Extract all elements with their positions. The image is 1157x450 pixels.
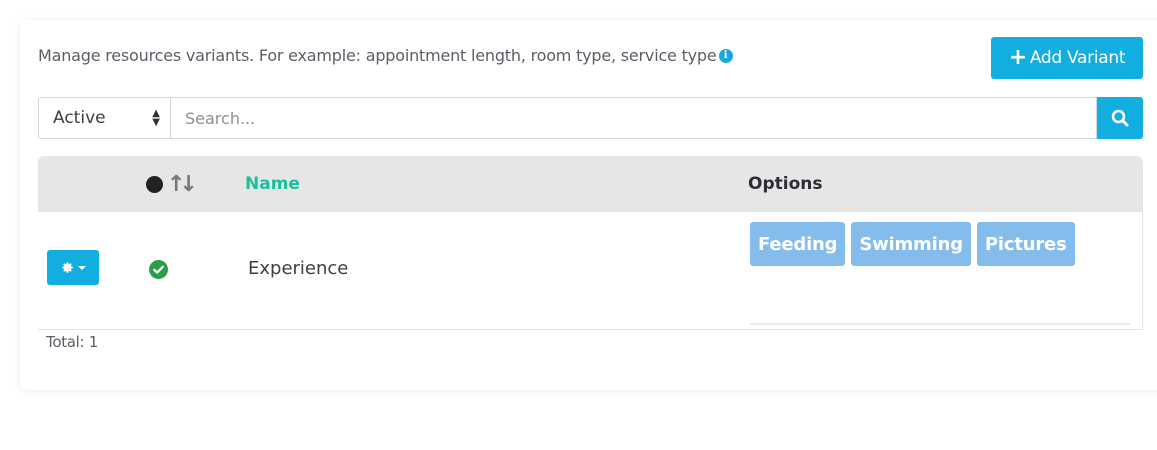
status-dot-icon xyxy=(146,175,163,193)
status-select-value: Active xyxy=(53,108,106,128)
options-divider xyxy=(750,323,1131,325)
gear-icon xyxy=(61,262,73,273)
name-column-header[interactable]: Name xyxy=(245,156,300,212)
total-count: Total: 1 xyxy=(46,333,98,351)
caret-down-icon xyxy=(77,265,86,270)
description-text: Manage resources variants. For example: … xyxy=(38,46,717,65)
info-icon[interactable]: i xyxy=(718,48,733,63)
row-name: Experience xyxy=(248,258,349,279)
sort-icon: ↑↓ xyxy=(167,171,198,197)
table-header: ↑↓ Name Options xyxy=(38,156,1143,212)
search-icon xyxy=(1111,109,1129,127)
search-input[interactable] xyxy=(171,97,1097,139)
add-variant-label: Add Variant xyxy=(1029,48,1126,68)
plus-icon: + xyxy=(1008,45,1027,70)
filter-bar: Active ▲ ▼ xyxy=(38,97,1143,139)
select-arrows-icon: ▲ ▼ xyxy=(152,108,160,128)
add-variant-button[interactable]: + Add Variant xyxy=(991,37,1143,79)
options-tags: Feeding Swimming Pictures xyxy=(750,222,1075,266)
option-tag: Swimming xyxy=(851,222,971,266)
active-check-icon xyxy=(149,260,168,279)
options-column-header: Options xyxy=(748,174,823,194)
description: Manage resources variants. For example: … xyxy=(38,46,733,65)
option-tag: Pictures xyxy=(976,222,1075,266)
option-tag: Feeding xyxy=(750,222,846,266)
search-button[interactable] xyxy=(1097,97,1143,139)
row-actions-button[interactable] xyxy=(47,250,99,285)
status-select[interactable]: Active ▲ ▼ xyxy=(38,97,171,139)
status-column-header[interactable]: ↑↓ xyxy=(146,156,198,212)
